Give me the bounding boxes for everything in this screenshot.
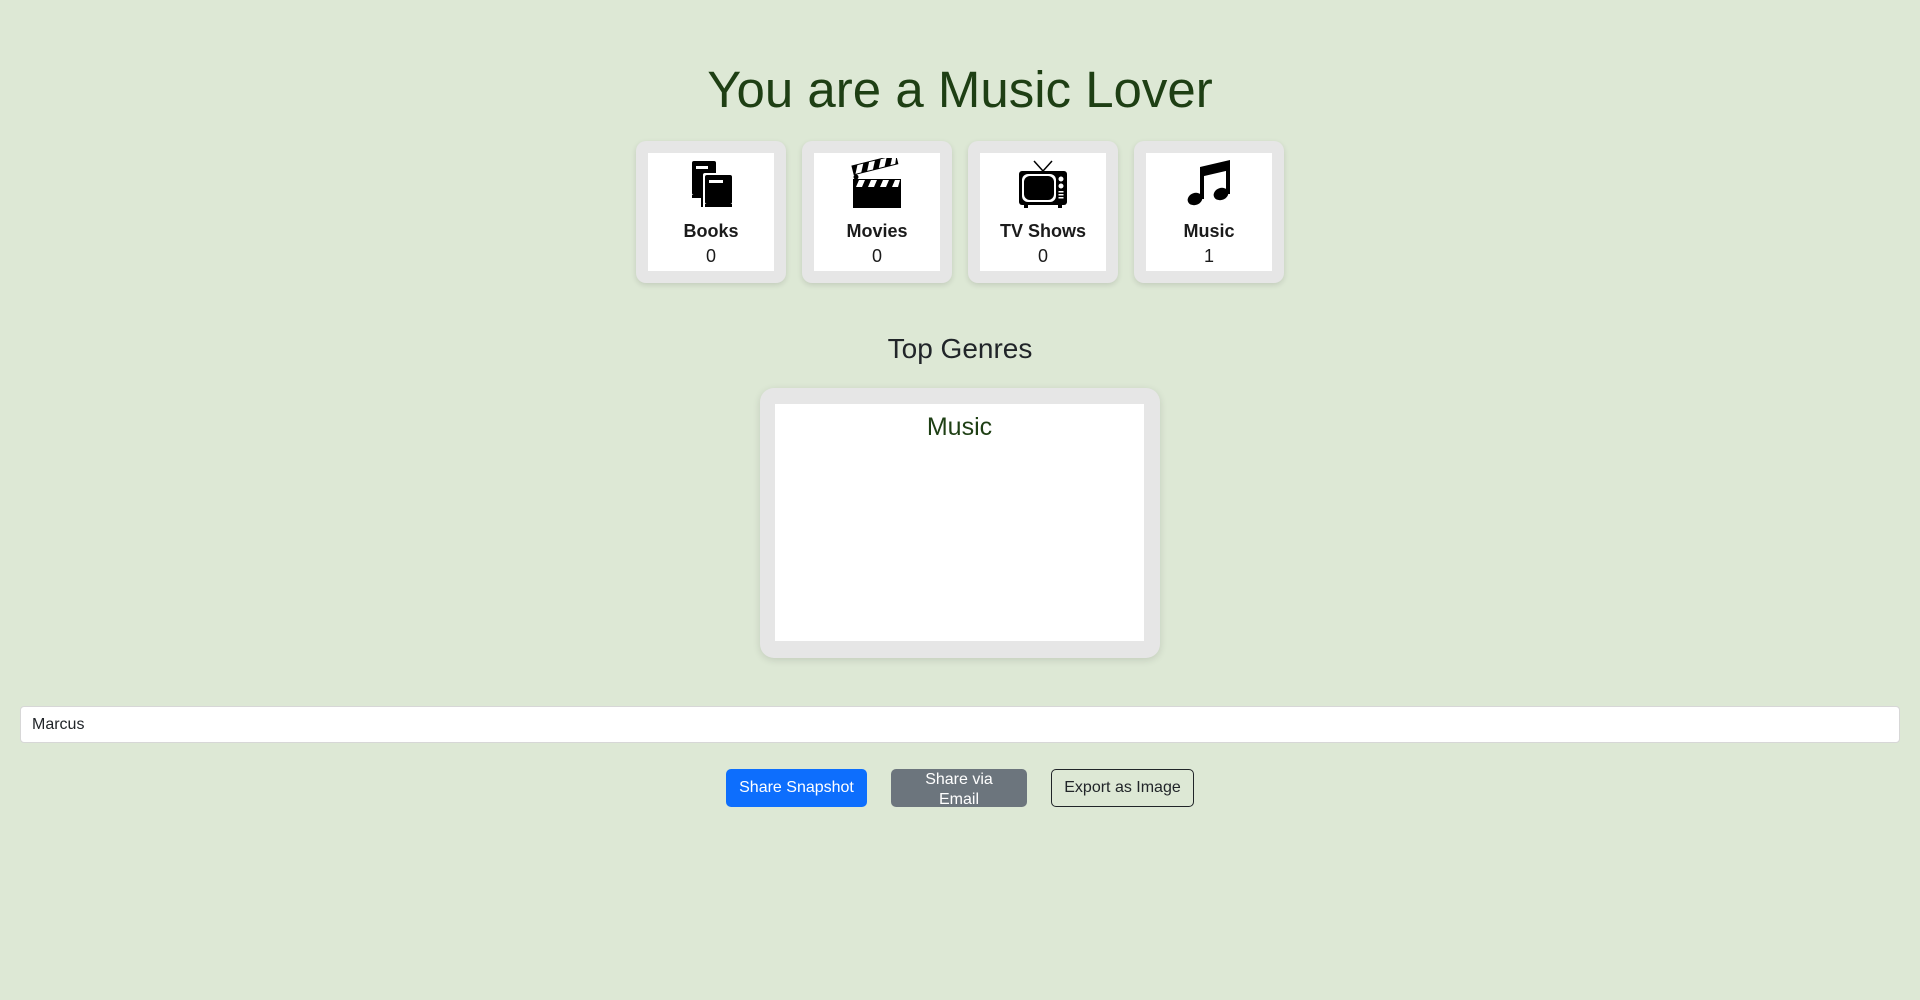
books-icon xyxy=(692,161,732,207)
stat-card-music: Music 1 xyxy=(1134,141,1284,283)
stat-count: 0 xyxy=(1037,246,1048,266)
tv-icon xyxy=(1019,160,1067,208)
stat-count: 0 xyxy=(871,246,882,266)
top-genres-panel: Music xyxy=(760,388,1160,658)
top-genres-list: Music xyxy=(775,404,1144,641)
stat-label: Books xyxy=(683,221,739,241)
export-as-image-button[interactable]: Export as Image xyxy=(1051,769,1194,807)
stat-card-inner: Books 0 xyxy=(648,153,774,271)
page: You are a Music Lover Books 0 Movies 0 T… xyxy=(0,0,1920,1000)
stat-count: 0 xyxy=(705,246,716,266)
genre-item: Music xyxy=(926,413,993,441)
music-note-icon xyxy=(1187,160,1230,206)
stat-card-tv-shows: TV Shows 0 xyxy=(968,141,1118,283)
top-genres-heading: Top Genres xyxy=(887,333,1033,364)
stat-label: Movies xyxy=(846,221,908,241)
share-via-email-button[interactable]: Share via Email xyxy=(891,769,1027,808)
stat-card-inner: TV Shows 0 xyxy=(980,153,1106,271)
stat-label: Music xyxy=(1183,221,1235,241)
stat-card-books: Books 0 xyxy=(636,141,786,283)
category-stats: Books 0 Movies 0 TV Shows 0 Music 1 xyxy=(636,141,1286,283)
name-input[interactable] xyxy=(20,706,1900,743)
stat-label: TV Shows xyxy=(999,221,1086,241)
share-snapshot-button[interactable]: Share Snapshot xyxy=(726,769,867,807)
stat-card-inner: Movies 0 xyxy=(814,153,940,271)
stat-card-inner: Music 1 xyxy=(1146,153,1272,271)
stat-card-movies: Movies 0 xyxy=(802,141,952,283)
clapperboard-icon xyxy=(851,158,901,208)
share-actions: Share Snapshot Share via Email Export as… xyxy=(726,769,1194,808)
page-title: You are a Music Lover xyxy=(707,61,1213,118)
stat-count: 1 xyxy=(1203,246,1214,266)
